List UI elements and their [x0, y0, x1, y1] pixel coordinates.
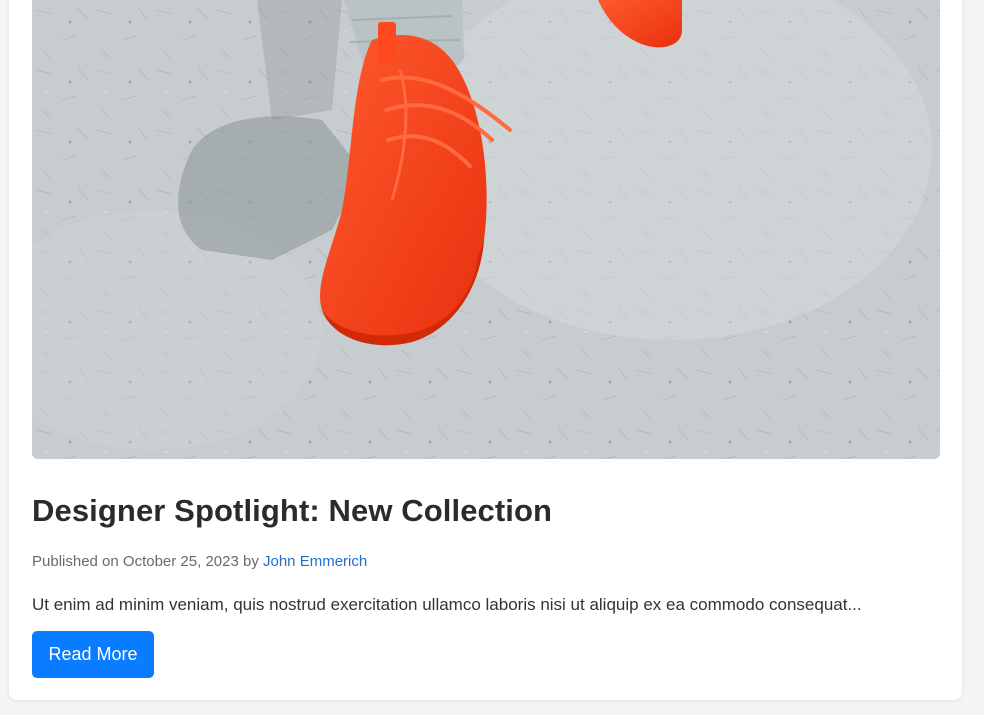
author-link[interactable]: John Emmerich	[263, 553, 367, 570]
post-excerpt: Ut enim ad minim veniam, quis nostrud ex…	[32, 595, 862, 614]
post-meta: Published on October 25, 2023 by John Em…	[32, 553, 367, 570]
blog-post-card: Designer Spotlight: New Collection Publi…	[9, 0, 962, 700]
read-more-button[interactable]: Read More	[32, 631, 154, 678]
published-date-text: Published on October 25, 2023 by	[32, 553, 263, 570]
post-hero-image[interactable]	[32, 0, 940, 459]
post-title: Designer Spotlight: New Collection	[32, 493, 553, 528]
sneaker-photo	[32, 0, 940, 459]
